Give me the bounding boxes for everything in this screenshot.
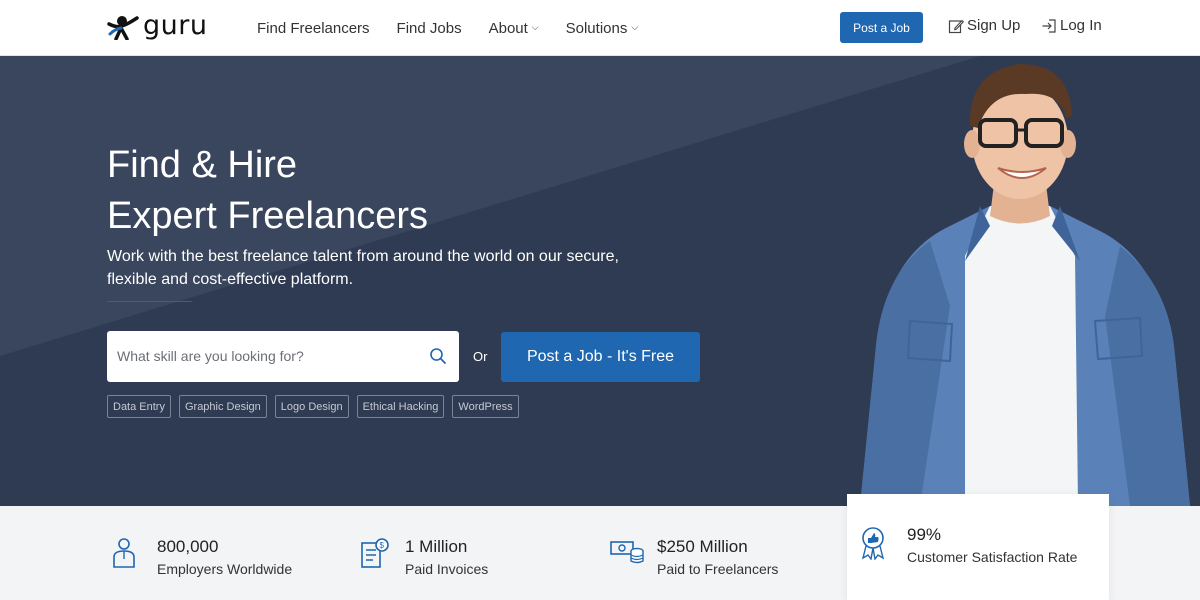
money-icon [610, 541, 644, 564]
tag-graphic-design[interactable]: Graphic Design [178, 395, 267, 418]
tag-data-entry[interactable]: Data Entry [107, 395, 171, 418]
stat-satisfaction: 99% Customer Satisfaction Rate [847, 494, 1109, 600]
nav-label: Solutions [565, 19, 628, 37]
stat-label: Paid to Freelancers [657, 561, 779, 577]
skill-search-box [107, 331, 459, 382]
popular-skill-tags: Data Entry Graphic Design Logo Design Et… [107, 395, 527, 418]
log-in-link[interactable]: Log In [1041, 17, 1102, 34]
chevron-down-icon: ⌵ [531, 21, 539, 32]
hero-person-photo [860, 64, 1190, 506]
stat-value: 1 Million [405, 537, 468, 556]
guru-logo[interactable]: guru [107, 10, 219, 44]
post-a-job-button[interactable]: Post a Job [840, 12, 923, 43]
tag-logo-design[interactable]: Logo Design [274, 395, 349, 418]
log-in-label: Log In [1060, 17, 1102, 34]
stat-value: 800,000 [157, 537, 219, 556]
nav-label: Find Jobs [396, 19, 462, 37]
search-icon[interactable] [429, 347, 447, 365]
svg-text:$: $ [380, 541, 385, 550]
edit-icon [948, 19, 964, 33]
or-label: Or [473, 349, 488, 364]
tag-wordpress[interactable]: WordPress [452, 395, 519, 418]
hero-section: Find & Hire Expert Freelancers Work with… [0, 56, 1200, 506]
hero-title: Find & Hire Expert Freelancers [107, 140, 428, 242]
chevron-down-icon: ⌵ [631, 21, 639, 32]
tag-ethical-hacking[interactable]: Ethical Hacking [356, 395, 445, 418]
stat-value: 99% [907, 525, 942, 544]
login-icon [1042, 18, 1056, 33]
stat-label: Paid Invoices [405, 561, 489, 577]
hero-title-line-2: Expert Freelancers [107, 195, 429, 237]
sign-up-label: Sign Up [967, 17, 1021, 34]
hero-title-line-1: Find & Hire [107, 144, 298, 186]
hero-subtitle: Work with the best freelance talent from… [107, 248, 619, 288]
skill-search-input[interactable] [117, 345, 417, 367]
nav-label: About [488, 19, 528, 37]
invoice-icon: $ [361, 538, 389, 568]
sign-up-link[interactable]: Sign Up [948, 17, 1020, 34]
stat-value: $250 Million [657, 537, 748, 556]
award-icon [861, 527, 885, 560]
nav-find-jobs[interactable]: Find Jobs [397, 20, 462, 37]
nav-solutions[interactable]: Solutions ⌵ [566, 20, 639, 37]
stat-label: Employers Worldwide [157, 561, 293, 577]
main-nav: Find Freelancers Find Jobs About ⌵ Soluti… [257, 0, 665, 56]
nav-find-freelancers[interactable]: Find Freelancers [257, 20, 370, 37]
stat-label: Customer Satisfaction Rate [907, 549, 1078, 565]
guru-logo-icon [107, 16, 139, 40]
top-header: guru Find Freelancers Find Jobs About ⌵ S… [0, 0, 1200, 56]
nav-about[interactable]: About ⌵ [489, 20, 539, 37]
stats-bar: 800,000 Employers Worldwide $ 1 Million … [0, 494, 1200, 600]
nav-label: Find Freelancers [257, 19, 370, 37]
employer-icon [113, 538, 135, 568]
hero-divider [107, 301, 192, 302]
logo-text: guru [143, 9, 208, 41]
post-job-free-button[interactable]: Post a Job - It's Free [501, 332, 700, 382]
